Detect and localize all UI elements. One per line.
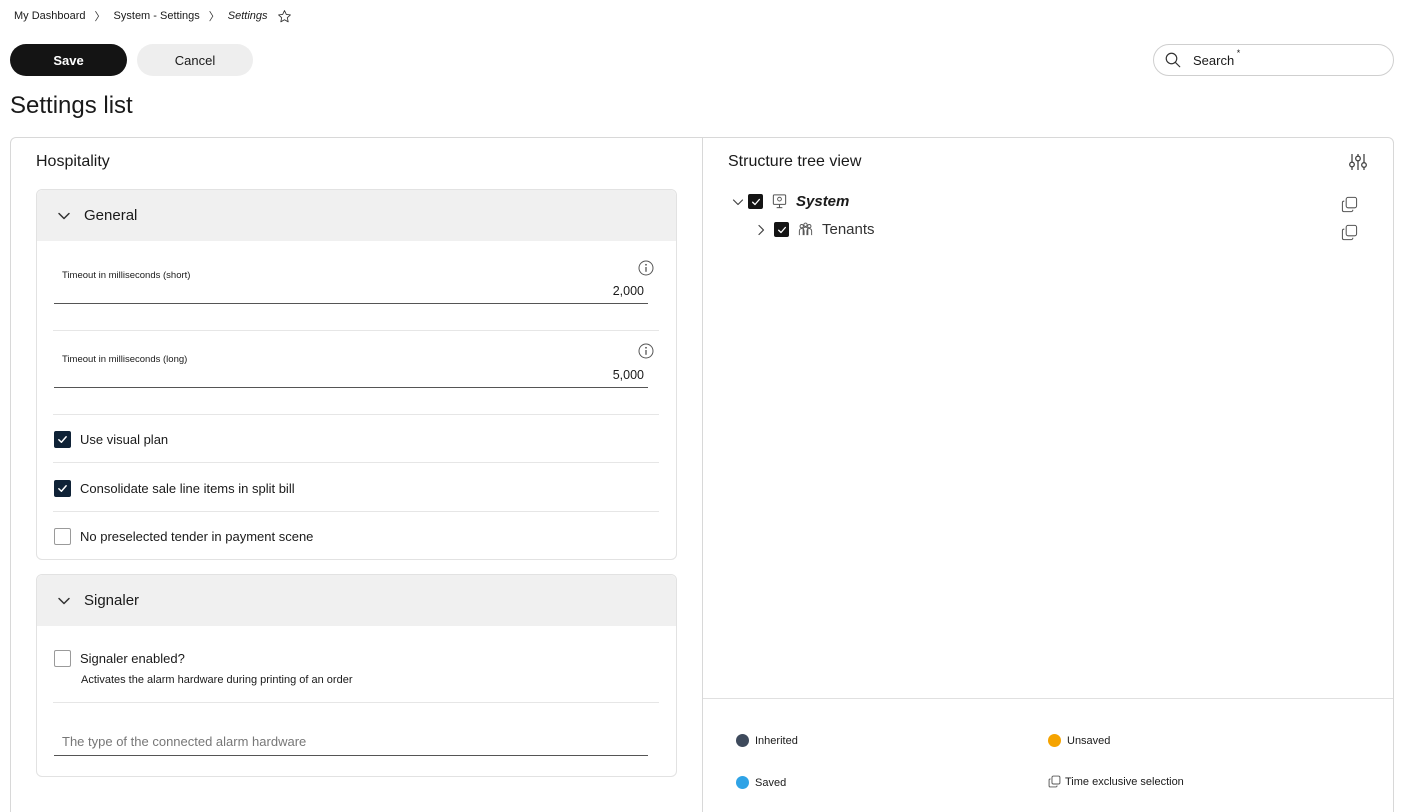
- chevron-right-icon[interactable]: [755, 224, 767, 236]
- breadcrumb-separator: 〉: [94, 11, 106, 23]
- legend-divider: [703, 698, 1393, 699]
- timeout-short-field[interactable]: Timeout in milliseconds (short) 2,000: [54, 270, 648, 306]
- signaler-enabled-row: Signaler enabled?: [54, 650, 185, 667]
- general-accordion-header[interactable]: General: [37, 190, 676, 241]
- general-accordion-label: General: [84, 207, 138, 224]
- system-icon: [772, 194, 787, 209]
- consolidate-items-checkbox[interactable]: [54, 480, 71, 497]
- row-divider: [53, 511, 659, 512]
- tree-node-tenants: Tenants: [755, 221, 875, 238]
- timeout-short-value[interactable]: 2,000: [613, 284, 644, 298]
- page-title: Settings list: [10, 92, 133, 119]
- no-preselected-tender-checkbox[interactable]: [54, 528, 71, 545]
- legend-unsaved: Unsaved: [1048, 734, 1110, 747]
- chevron-down-icon: [58, 212, 70, 219]
- save-button[interactable]: Save: [10, 44, 127, 76]
- info-icon[interactable]: [638, 260, 654, 276]
- alarm-hardware-placeholder: The type of the connected alarm hardware: [62, 734, 307, 749]
- consolidate-items-row: Consolidate sale line items in split bil…: [54, 480, 295, 497]
- breadcrumb: My Dashboard 〉 System - Settings 〉 Setti…: [14, 8, 292, 24]
- search-input[interactable]: Search *: [1153, 44, 1394, 76]
- copy-icon[interactable]: [1341, 196, 1358, 213]
- legend-inherited: Inherited: [736, 734, 798, 747]
- tenants-icon: [798, 222, 813, 236]
- legend-saved-label: Saved: [755, 776, 787, 789]
- tree-tenants-checkbox[interactable]: [774, 222, 789, 237]
- field-underline: [54, 387, 648, 388]
- favorite-star-icon[interactable]: [277, 9, 292, 24]
- signaler-accordion-label: Signaler: [84, 592, 140, 609]
- tree-tenants-label[interactable]: Tenants: [822, 221, 875, 238]
- tree-system-label[interactable]: System: [796, 193, 849, 210]
- timeout-long-field[interactable]: Timeout in milliseconds (long) 5,000: [54, 354, 648, 390]
- hospitality-title: Hospitality: [36, 153, 110, 170]
- signaler-enabled-label: Signaler enabled?: [80, 651, 185, 666]
- checkmark-icon: [58, 485, 67, 492]
- chevron-down-icon: [58, 597, 70, 604]
- chevron-down-icon[interactable]: [732, 196, 744, 208]
- breadcrumb-dashboard[interactable]: My Dashboard: [14, 10, 86, 22]
- cancel-button[interactable]: Cancel: [137, 44, 253, 76]
- copy-icon: [1048, 775, 1061, 788]
- legend-unsaved-label: Unsaved: [1067, 734, 1111, 747]
- inherited-dot: [736, 734, 749, 747]
- row-divider: [53, 462, 659, 463]
- copy-icon[interactable]: [1341, 224, 1358, 241]
- info-icon[interactable]: [638, 343, 654, 359]
- panel-divider: [702, 138, 703, 812]
- unsaved-dot: [1048, 734, 1061, 747]
- legend-time-exclusive-label: Time exclusive selection: [1065, 775, 1184, 788]
- search-icon: [1165, 52, 1181, 68]
- signaler-enabled-checkbox[interactable]: [54, 650, 71, 667]
- tree-system-checkbox[interactable]: [748, 194, 763, 209]
- row-divider: [53, 702, 659, 703]
- breadcrumb-current: Settings: [227, 10, 268, 22]
- general-accordion: General Timeout in milliseconds (short) …: [36, 189, 677, 560]
- use-visual-plan-row: Use visual plan: [54, 431, 168, 448]
- signaler-accordion-header[interactable]: Signaler: [37, 575, 676, 626]
- legend-time-exclusive: Time exclusive selection: [1048, 775, 1184, 788]
- signaler-accordion: Signaler Signaler enabled? Activates the…: [36, 574, 677, 777]
- search-placeholder: Search *: [1193, 47, 1241, 68]
- signaler-description: Activates the alarm hardware during prin…: [81, 674, 353, 686]
- alarm-hardware-input[interactable]: The type of the connected alarm hardware: [54, 734, 648, 758]
- no-preselected-tender-label: No preselected tender in payment scene: [80, 529, 314, 544]
- breadcrumb-system-settings[interactable]: System - Settings: [114, 10, 200, 22]
- timeout-long-value[interactable]: 5,000: [613, 368, 644, 382]
- structure-tree-title: Structure tree view: [728, 153, 862, 170]
- row-divider: [53, 330, 659, 331]
- checkmark-icon: [751, 198, 760, 205]
- field-underline: [54, 755, 648, 756]
- field-underline: [54, 303, 648, 304]
- legend-saved: Saved: [736, 776, 786, 789]
- tree-node-system: System: [732, 193, 849, 210]
- timeout-long-label: Timeout in milliseconds (long): [62, 354, 188, 365]
- timeout-short-label: Timeout in milliseconds (short): [62, 270, 191, 281]
- use-visual-plan-label: Use visual plan: [80, 432, 169, 447]
- use-visual-plan-checkbox[interactable]: [54, 431, 71, 448]
- filter-settings-icon[interactable]: [1348, 152, 1368, 172]
- consolidate-items-label: Consolidate sale line items in split bil…: [80, 481, 295, 496]
- saved-dot: [736, 776, 749, 789]
- row-divider: [53, 414, 659, 415]
- checkmark-icon: [58, 436, 67, 443]
- no-preselected-tender-row: No preselected tender in payment scene: [54, 528, 313, 545]
- legend-inherited-label: Inherited: [755, 734, 798, 747]
- breadcrumb-separator: 〉: [208, 11, 220, 23]
- checkmark-icon: [777, 226, 786, 233]
